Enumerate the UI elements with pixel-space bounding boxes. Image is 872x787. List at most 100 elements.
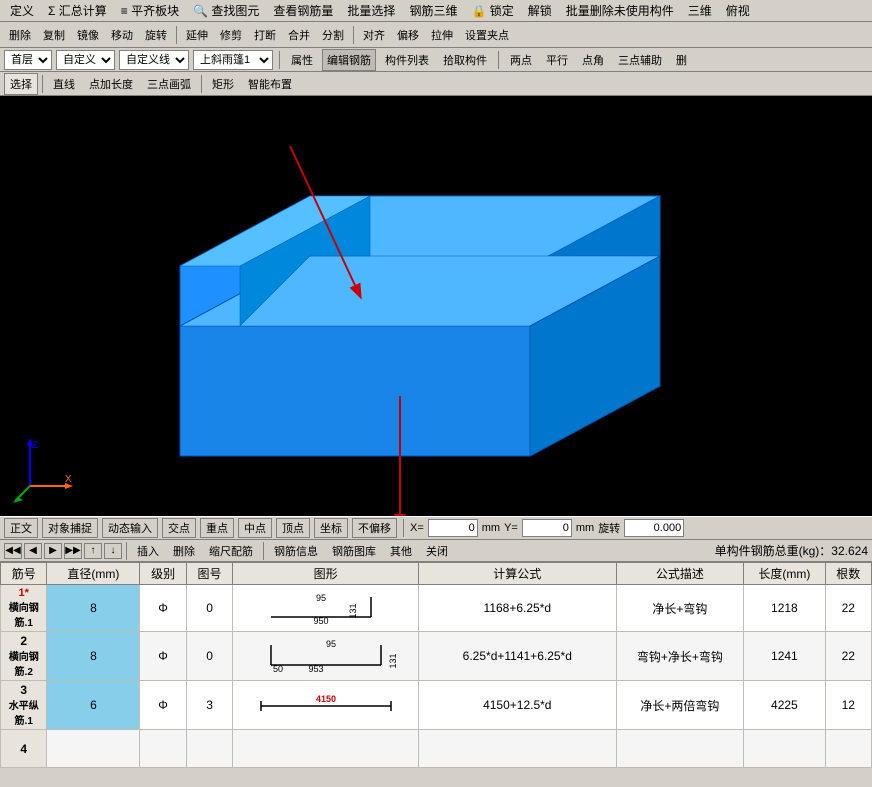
- row3-formula: 4150+12.5*d: [419, 681, 616, 730]
- select-btn[interactable]: 选择: [4, 73, 38, 95]
- offset-btn[interactable]: 偏移: [392, 24, 424, 46]
- layer-select[interactable]: 首层: [4, 50, 52, 70]
- x-unit: mm: [482, 522, 500, 534]
- rebar-info-btn[interactable]: 钢筋信息: [268, 541, 324, 561]
- component-list-btn[interactable]: 构件列表: [380, 49, 434, 71]
- weight-info: 单构件钢筋总重(kg)：32.624: [715, 542, 868, 559]
- delete-btn[interactable]: 删除: [4, 24, 36, 46]
- prev-btn[interactable]: ◀: [24, 543, 42, 559]
- row3-diameter: 6: [47, 681, 140, 730]
- sep8: [126, 542, 127, 560]
- y-input[interactable]: [522, 519, 572, 537]
- menu-find[interactable]: 🔍 查找图元: [187, 0, 265, 21]
- smart-layout-btn[interactable]: 智能布置: [242, 73, 298, 95]
- property-btn[interactable]: 属性: [286, 49, 318, 71]
- point-angle-btn[interactable]: 点角: [577, 49, 609, 71]
- mirror-btn[interactable]: 镜像: [72, 24, 104, 46]
- next-btn[interactable]: ▶: [44, 543, 62, 559]
- viewport-svg: [0, 96, 872, 516]
- trim-btn[interactable]: 修剪: [215, 24, 247, 46]
- other-btn[interactable]: 其他: [384, 541, 418, 561]
- row2-count: 22: [825, 632, 871, 681]
- sep2: [353, 26, 354, 44]
- menu-rebar-3d[interactable]: 钢筋三维: [403, 0, 463, 21]
- row2-length: 1241: [744, 632, 825, 681]
- text-mode-btn[interactable]: 正文: [4, 518, 38, 538]
- line-btn[interactable]: 直线: [47, 73, 81, 95]
- y-label: Y=: [504, 522, 518, 534]
- first-btn[interactable]: ◀◀: [4, 543, 22, 559]
- row2-id: 2 横向钢筋.2: [1, 632, 47, 681]
- dynamic-input-btn[interactable]: 动态输入: [102, 518, 158, 538]
- point-length-btn[interactable]: 点加长度: [83, 73, 139, 95]
- table-row: 2 横向钢筋.2 8 Φ 0 95 131 50 953: [1, 632, 872, 681]
- table-row: 3 水平纵筋.1 6 Φ 3 4150 4150+12.5*d 净长+两倍弯钩: [1, 681, 872, 730]
- type-select[interactable]: 自定义: [56, 50, 115, 70]
- row4-count: [825, 730, 871, 768]
- down-btn[interactable]: ↓: [104, 543, 122, 559]
- slope-select[interactable]: 上斜雨篷1: [193, 50, 273, 70]
- insert-rebar-btn[interactable]: 插入: [131, 541, 165, 561]
- table-row: 4: [1, 730, 872, 768]
- menu-batch-select[interactable]: 批量选择: [341, 0, 401, 21]
- scale-rebar-btn[interactable]: 缩尺配筋: [203, 541, 259, 561]
- two-point-btn[interactable]: 两点: [505, 49, 537, 71]
- rotate-btn[interactable]: 旋转: [140, 24, 172, 46]
- row1-formula: 1168+6.25*d: [419, 585, 616, 632]
- menu-lock[interactable]: 🔒 锁定: [465, 0, 519, 21]
- snap-btn[interactable]: 对象捕捉: [42, 518, 98, 538]
- rect-btn[interactable]: 矩形: [206, 73, 240, 95]
- row1-shape: 95 131 950: [233, 585, 419, 632]
- rebar-library-btn[interactable]: 钢筋图库: [326, 541, 382, 561]
- menu-define[interactable]: 定义: [4, 0, 40, 21]
- menu-bar: 定义 Σ 汇总计算 ≡ 平齐板块 🔍 查找图元 查看钢筋量 批量选择 钢筋三维 …: [0, 0, 872, 22]
- row4-id: 4: [1, 730, 47, 768]
- sep3: [279, 51, 280, 69]
- row1-shape-num: 0: [186, 585, 232, 632]
- row4-desc: [616, 730, 744, 768]
- row4-formula: [419, 730, 616, 768]
- menu-view-rebar[interactable]: 查看钢筋量: [267, 0, 339, 21]
- row4-grade: [140, 730, 186, 768]
- copy-btn[interactable]: 复制: [38, 24, 70, 46]
- menu-top-view[interactable]: 俯视: [720, 0, 756, 21]
- parallel-btn[interactable]: 平行: [541, 49, 573, 71]
- menu-align[interactable]: ≡ 平齐板块: [115, 0, 185, 21]
- midpoint-btn[interactable]: 中点: [238, 518, 272, 538]
- split-btn[interactable]: 分割: [317, 24, 349, 46]
- rotate-input[interactable]: [624, 519, 684, 537]
- cross-btn[interactable]: 交点: [162, 518, 196, 538]
- menu-sum[interactable]: Σ 汇总计算: [42, 0, 113, 21]
- col-id: 筋号: [1, 563, 47, 585]
- arc-btn[interactable]: 三点画弧: [141, 73, 197, 95]
- set-grip-btn[interactable]: 设置夹点: [460, 24, 514, 46]
- coord-btn[interactable]: 坐标: [314, 518, 348, 538]
- pick-component-btn[interactable]: 拾取构件: [438, 49, 492, 71]
- extend-btn[interactable]: 延伸: [181, 24, 213, 46]
- align-btn[interactable]: 对齐: [358, 24, 390, 46]
- move-btn[interactable]: 移动: [106, 24, 138, 46]
- y-unit: mm: [576, 522, 594, 534]
- up-btn[interactable]: ↑: [84, 543, 102, 559]
- menu-batch-delete[interactable]: 批量删除未使用构件: [560, 0, 680, 21]
- merge-btn[interactable]: 合并: [283, 24, 315, 46]
- break-btn[interactable]: 打断: [249, 24, 281, 46]
- three-point-aux-btn[interactable]: 三点辅助: [613, 49, 667, 71]
- edit-rebar-btn[interactable]: 编辑钢筋: [322, 49, 376, 71]
- weight-point-btn[interactable]: 重点: [200, 518, 234, 538]
- row4-shape-num: [186, 730, 232, 768]
- last-btn[interactable]: ▶▶: [64, 543, 82, 559]
- close-btn[interactable]: 关闭: [420, 541, 454, 561]
- menu-unlock[interactable]: 解锁: [522, 0, 558, 21]
- no-offset-btn[interactable]: 不偏移: [352, 518, 397, 538]
- row1-diameter: 8: [47, 585, 140, 632]
- delete-layer-btn[interactable]: 删: [671, 49, 692, 71]
- menu-3d[interactable]: 三维: [682, 0, 718, 21]
- line-select[interactable]: 自定义线: [119, 50, 189, 70]
- x-input[interactable]: [428, 519, 478, 537]
- rotate-label: 旋转: [598, 520, 620, 536]
- delete-rebar-btn[interactable]: 删除: [167, 541, 201, 561]
- vertex-btn[interactable]: 顶点: [276, 518, 310, 538]
- row1-desc: 净长+弯钩: [616, 585, 744, 632]
- stretch-btn[interactable]: 拉伸: [426, 24, 458, 46]
